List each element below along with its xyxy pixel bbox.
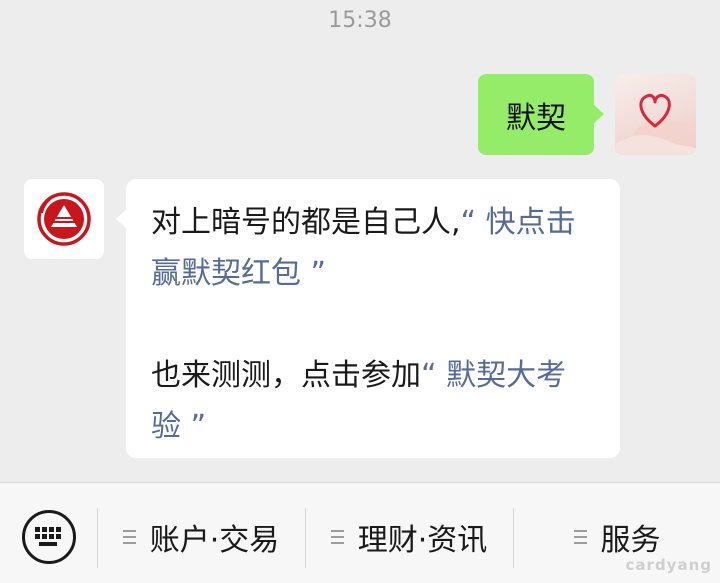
menu-item-account-trade[interactable]: 账户·交易: [98, 507, 304, 567]
message-paragraph: 也来测测，点击参加“ 默契大考验 ”: [151, 350, 596, 452]
message-text: 对上暗号的都是自己人,: [151, 205, 461, 240]
service-account-avatar[interactable]: [24, 179, 104, 259]
message-timestamp: 15:38: [328, 8, 392, 33]
keyboard-toggle-button[interactable]: [22, 510, 76, 564]
menu-item-label: 账户·交易: [149, 523, 280, 558]
menu-list-icon: [122, 530, 136, 544]
heart-hand-photo-icon: [615, 94, 696, 155]
user-avatar[interactable]: [615, 74, 696, 155]
menu-item-finance-news[interactable]: 理财·资讯: [306, 507, 512, 567]
incoming-message-bubble: 对上暗号的都是自己人,“ 快点击赢默契红包 ” 也来测测，点击参加“ 默契大考验…: [116, 179, 620, 458]
outgoing-message-bubble[interactable]: 默契: [478, 74, 604, 155]
red-triangle-logo-icon: [37, 192, 91, 246]
message-paragraph: 对上暗号的都是自己人,“ 快点击赢默契红包 ”: [151, 197, 596, 299]
message-text: 也来测测，点击参加: [151, 358, 421, 393]
bottom-menu-bar: 账户·交易 理财·资讯 服务: [0, 482, 720, 583]
menu-list-icon: [330, 530, 344, 544]
outgoing-message-text: 默契: [506, 100, 566, 136]
keyboard-icon: [35, 527, 61, 546]
menu-item-label: 服务: [600, 523, 661, 558]
menu-item-label: 理财·资讯: [357, 523, 488, 558]
menu-list-icon: [573, 530, 587, 544]
watermark: cardyang: [625, 556, 712, 574]
